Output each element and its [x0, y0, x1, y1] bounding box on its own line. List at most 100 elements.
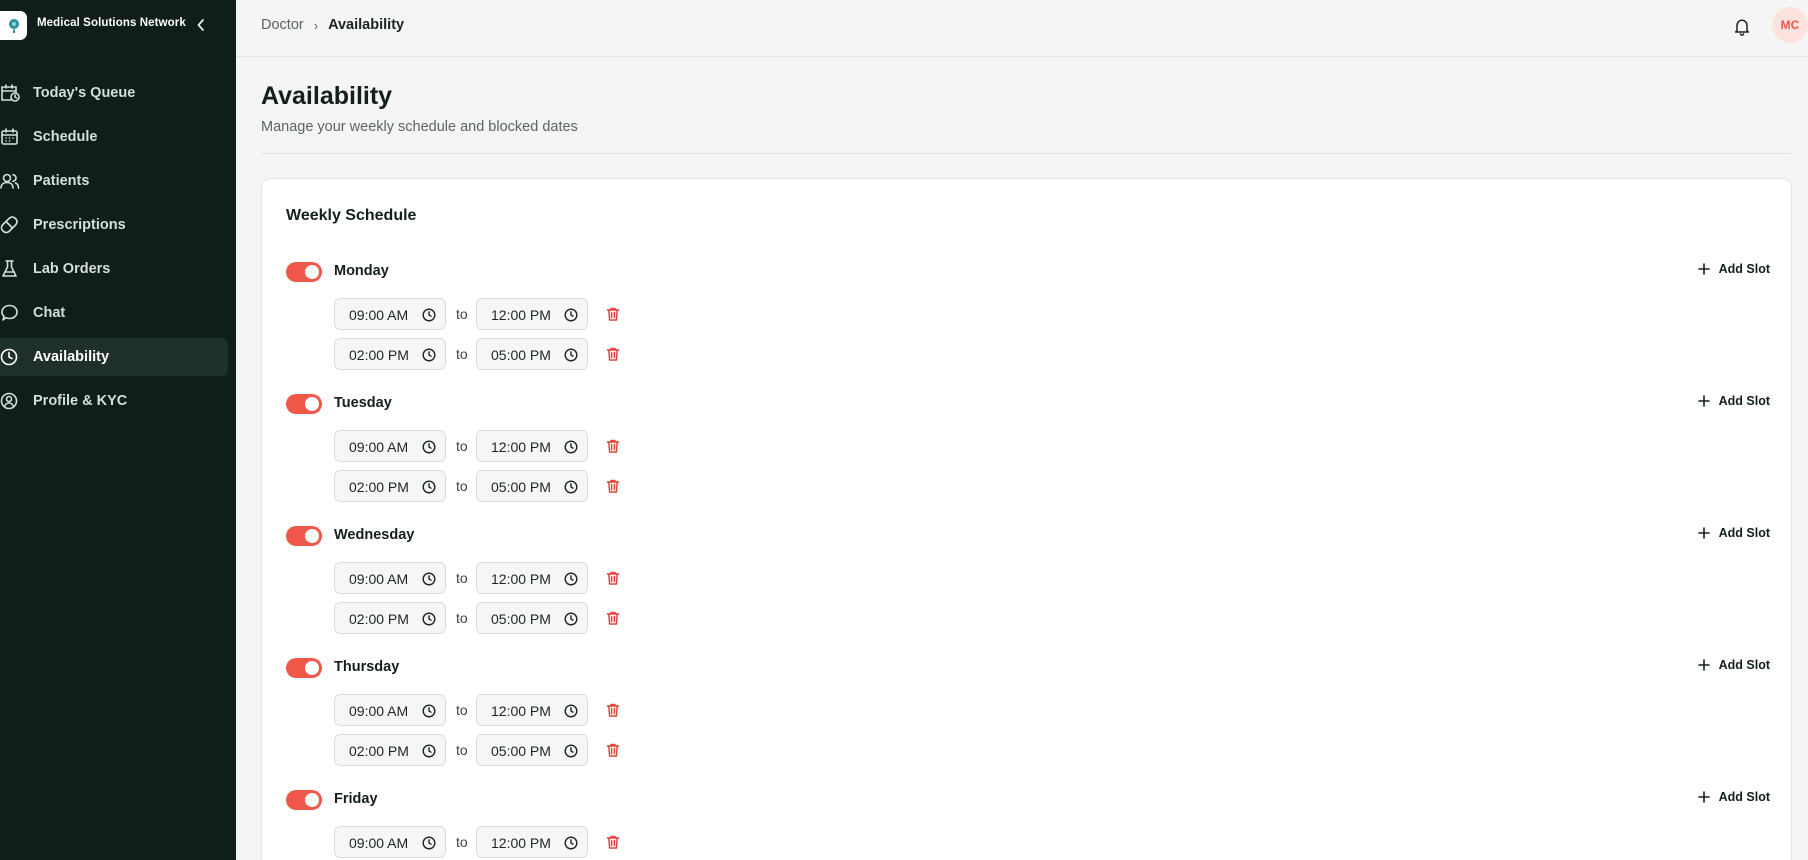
plus-icon — [1697, 791, 1710, 803]
delete-slot-button[interactable] — [605, 306, 621, 322]
day-toggle-friday[interactable] — [286, 790, 322, 810]
slot-end-time-input[interactable]: 12:00 PM — [476, 562, 588, 594]
clock-icon — [564, 440, 578, 454]
delete-slot-button[interactable] — [605, 834, 621, 850]
delete-slot-button[interactable] — [605, 570, 621, 586]
user-circle-icon — [0, 392, 20, 410]
collapse-sidebar-button[interactable] — [192, 14, 210, 36]
plus-icon — [1697, 527, 1710, 539]
slot-end-time: 12:00 PM — [491, 439, 551, 455]
slot-end-time-input[interactable]: 05:00 PM — [476, 602, 588, 634]
time-slot-row: 09:00 AM to 12:00 PM — [334, 298, 634, 330]
sidebar-item-label: Chat — [33, 305, 66, 321]
page-title: Availability — [261, 82, 393, 110]
slot-end-time-input[interactable]: 12:00 PM — [476, 694, 588, 726]
sidebar-item-todays-queue[interactable]: Today's Queue — [0, 74, 228, 112]
day-row-wednesday: Wednesday Add Slot — [286, 520, 1770, 550]
slot-start-time-input[interactable]: 09:00 AM — [334, 562, 446, 594]
clock-icon — [422, 480, 436, 494]
slot-start-time-input[interactable]: 09:00 AM — [334, 298, 446, 330]
slot-to-label: to — [456, 438, 468, 454]
add-slot-label: Add Slot — [1718, 658, 1770, 672]
chevron-left-icon — [197, 19, 204, 31]
slot-start-time-input[interactable]: 09:00 AM — [334, 826, 446, 858]
sidebar-item-label: Lab Orders — [33, 261, 111, 277]
header-divider — [261, 153, 1791, 154]
plus-icon — [1697, 263, 1710, 275]
day-row-tuesday: Tuesday Add Slot — [286, 388, 1770, 418]
slot-start-time-input[interactable]: 02:00 PM — [334, 470, 446, 502]
avatar[interactable]: MC — [1772, 7, 1808, 43]
slot-start-time-input[interactable]: 02:00 PM — [334, 602, 446, 634]
sidebar-item-prescriptions[interactable]: Prescriptions — [0, 206, 228, 244]
calendar-icon — [0, 128, 20, 146]
slot-end-time: 05:00 PM — [491, 347, 551, 363]
add-slot-button-thursday[interactable]: Add Slot — [1697, 658, 1770, 672]
clock-icon — [422, 308, 436, 322]
delete-slot-button[interactable] — [605, 346, 621, 362]
sidebar-item-availability[interactable]: Availability — [0, 338, 228, 376]
sidebar-item-label: Profile & KYC — [33, 393, 128, 409]
slot-start-time-input[interactable]: 02:00 PM — [334, 734, 446, 766]
top-bar: Doctor › Availability MC — [236, 0, 1808, 57]
delete-slot-button[interactable] — [605, 742, 621, 758]
brand-name: Medical Solutions Network — [37, 17, 186, 29]
sidebar-item-schedule[interactable]: Schedule — [0, 118, 228, 156]
slot-start-time: 02:00 PM — [349, 743, 409, 759]
day-toggle-wednesday[interactable] — [286, 526, 322, 546]
slot-end-time: 12:00 PM — [491, 835, 551, 851]
sidebar-item-label: Today's Queue — [33, 85, 136, 101]
slot-end-time: 05:00 PM — [491, 611, 551, 627]
add-slot-label: Add Slot — [1718, 790, 1770, 804]
day-toggle-monday[interactable] — [286, 262, 322, 282]
add-slot-button-tuesday[interactable]: Add Slot — [1697, 394, 1770, 408]
slot-start-time: 09:00 AM — [349, 439, 409, 455]
breadcrumb: Doctor › Availability — [261, 17, 404, 33]
clock-icon — [422, 612, 436, 626]
clock-icon — [422, 572, 436, 586]
day-toggle-tuesday[interactable] — [286, 394, 322, 414]
sidebar: Medical Solutions Network Today's Queue … — [0, 0, 236, 860]
slot-end-time-input[interactable]: 12:00 PM — [476, 826, 588, 858]
slot-start-time-input[interactable]: 09:00 AM — [334, 694, 446, 726]
delete-slot-button[interactable] — [605, 702, 621, 718]
clock-icon — [422, 744, 436, 758]
slot-end-time-input[interactable]: 12:00 PM — [476, 430, 588, 462]
slot-start-time-input[interactable]: 02:00 PM — [334, 338, 446, 370]
slot-start-time: 09:00 AM — [349, 307, 409, 323]
slot-end-time: 12:00 PM — [491, 571, 551, 587]
add-slot-label: Add Slot — [1718, 526, 1770, 540]
add-slot-label: Add Slot — [1718, 262, 1770, 276]
brand-logo — [0, 11, 27, 40]
bell-icon — [1734, 19, 1750, 36]
slot-end-time-input[interactable]: 05:00 PM — [476, 734, 588, 766]
slot-to-label: to — [456, 834, 468, 850]
delete-slot-button[interactable] — [605, 610, 621, 626]
slot-to-label: to — [456, 306, 468, 322]
sidebar-item-lab-orders[interactable]: Lab Orders — [0, 250, 228, 288]
clock-icon — [564, 308, 578, 322]
slot-end-time: 05:00 PM — [491, 743, 551, 759]
day-toggle-thursday[interactable] — [286, 658, 322, 678]
clock-icon — [422, 348, 436, 362]
slot-end-time-input[interactable]: 12:00 PM — [476, 298, 588, 330]
slot-to-label: to — [456, 702, 468, 718]
sidebar-item-chat[interactable]: Chat — [0, 294, 228, 332]
add-slot-button-friday[interactable]: Add Slot — [1697, 790, 1770, 804]
clock-icon — [422, 440, 436, 454]
time-slot-row: 02:00 PM to 05:00 PM — [334, 470, 634, 502]
day-name: Thursday — [334, 659, 400, 675]
add-slot-button-monday[interactable]: Add Slot — [1697, 262, 1770, 276]
delete-slot-button[interactable] — [605, 438, 621, 454]
clock-icon — [564, 348, 578, 362]
slot-end-time-input[interactable]: 05:00 PM — [476, 338, 588, 370]
slot-start-time-input[interactable]: 09:00 AM — [334, 430, 446, 462]
breadcrumb-doctor-link[interactable]: Doctor — [261, 17, 304, 33]
slot-end-time-input[interactable]: 05:00 PM — [476, 470, 588, 502]
add-slot-button-wednesday[interactable]: Add Slot — [1697, 526, 1770, 540]
delete-slot-button[interactable] — [605, 478, 621, 494]
sidebar-item-profile-kyc[interactable]: Profile & KYC — [0, 382, 228, 420]
sidebar-item-patients[interactable]: Patients — [0, 162, 228, 200]
notifications-button[interactable] — [1732, 16, 1752, 38]
slot-to-label: to — [456, 346, 468, 362]
